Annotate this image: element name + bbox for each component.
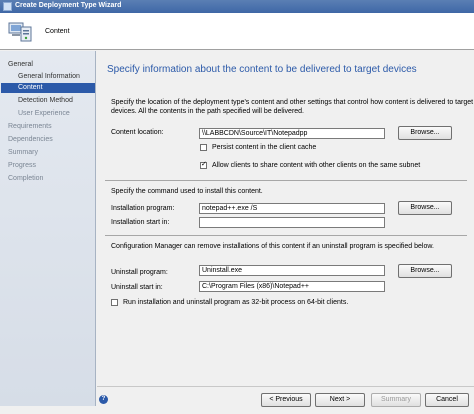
installation-program-input[interactable]: notepad++.exe /S bbox=[199, 203, 385, 214]
run-32bit-label: Run installation and uninstall program a… bbox=[123, 299, 349, 306]
description-line-1: Specify the location of the deployment t… bbox=[111, 99, 474, 106]
page-heading: Specify information about the content to… bbox=[107, 64, 417, 75]
nav-completion: Completion bbox=[8, 175, 44, 182]
content-location-browse-button[interactable]: Browse... bbox=[398, 126, 452, 140]
wizard-navigation: General General Information Content Dete… bbox=[0, 51, 96, 406]
nav-progress: Progress bbox=[8, 162, 37, 169]
uninstall-start-in-input[interactable]: C:\Program Files (x86)\Notepad++ bbox=[199, 281, 385, 292]
uninstall-intro: Configuration Manager can remove install… bbox=[111, 243, 434, 250]
uninstall-program-input[interactable]: Uninstall.exe bbox=[199, 265, 385, 276]
nav-general-information[interactable]: General Information bbox=[18, 73, 80, 80]
window-title: Create Deployment Type Wizard bbox=[15, 2, 122, 9]
nav-user-experience: User Experience bbox=[18, 110, 70, 117]
install-command-intro: Specify the command used to install this… bbox=[111, 188, 263, 195]
run-32bit-checkbox[interactable] bbox=[111, 299, 118, 306]
computer-icon bbox=[8, 22, 32, 42]
uninstall-start-in-label: Uninstall start in: bbox=[111, 284, 163, 291]
next-button[interactable]: Next > bbox=[315, 393, 365, 407]
persist-content-label: Persist content in the client cache bbox=[212, 144, 317, 151]
allow-share-label: Allow clients to share content with othe… bbox=[212, 162, 421, 169]
nav-requirements: Requirements bbox=[8, 123, 52, 130]
previous-button[interactable]: < Previous bbox=[261, 393, 311, 407]
divider-2 bbox=[105, 235, 467, 236]
nav-dependencies: Dependencies bbox=[8, 136, 53, 143]
allow-share-checkbox[interactable] bbox=[200, 160, 207, 169]
persist-content-checkbox[interactable] bbox=[200, 144, 207, 151]
wizard-window-icon bbox=[3, 2, 12, 11]
uninstall-program-browse-button[interactable]: Browse... bbox=[398, 264, 452, 278]
nav-content[interactable]: Content bbox=[1, 83, 95, 93]
nav-detection-method[interactable]: Detection Method bbox=[18, 97, 73, 104]
installation-program-label: Installation program: bbox=[111, 205, 175, 212]
help-icon[interactable]: ? bbox=[99, 395, 108, 404]
installation-start-in-label: Installation start in: bbox=[111, 219, 170, 226]
title-bar: Create Deployment Type Wizard bbox=[0, 0, 474, 13]
description-line-2: devices. All the contents in the path sp… bbox=[111, 108, 305, 115]
installation-start-in-input[interactable] bbox=[199, 217, 385, 228]
installation-program-browse-button[interactable]: Browse... bbox=[398, 201, 452, 215]
content-page: Specify information about the content to… bbox=[97, 51, 474, 386]
content-location-input[interactable]: \\LABBCDN\Source\IT\Notepadpp bbox=[199, 128, 385, 139]
wizard-footer: ? < Previous Next > Summary Cancel bbox=[97, 386, 474, 414]
header-title: Content bbox=[45, 28, 70, 35]
content-location-label: Content location: bbox=[111, 129, 164, 136]
wizard-header: Content bbox=[0, 13, 474, 50]
cancel-button[interactable]: Cancel bbox=[425, 393, 469, 407]
nav-general[interactable]: General bbox=[8, 61, 33, 68]
nav-summary: Summary bbox=[8, 149, 38, 156]
divider-1 bbox=[105, 180, 467, 181]
summary-button: Summary bbox=[371, 393, 421, 407]
uninstall-program-label: Uninstall program: bbox=[111, 269, 168, 276]
